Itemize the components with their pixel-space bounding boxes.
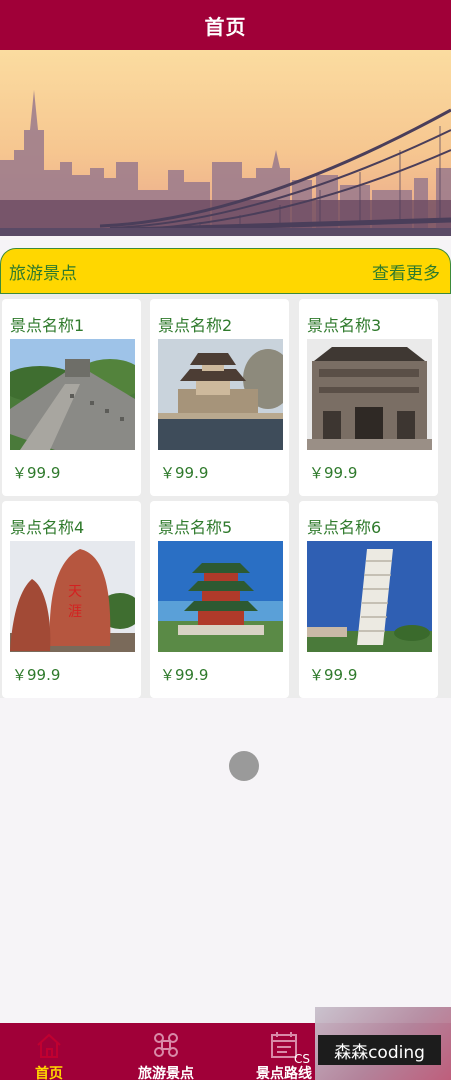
attraction-price: ￥99.9 [309,464,358,482]
attraction-name: 景点名称2 [158,316,233,335]
section-header: 旅游景点 查看更多 [0,248,451,294]
attraction-price: ￥99.9 [12,666,61,684]
attraction-name: 景点名称6 [307,518,382,537]
watermark-cs-text: CS [294,1052,310,1066]
attraction-grid: 景点名称1 ￥99.9 景点名称2 ￥99.9 景点名称3 ￥99.9 景点名称… [0,294,451,698]
tab-attractions[interactable]: 旅游景点 [107,1023,225,1080]
svg-text:涯: 涯 [68,604,82,620]
attraction-card[interactable]: 景点名称6 ￥99.9 [299,501,438,698]
attraction-image [307,339,432,450]
attraction-image [158,541,283,652]
pavilion-lake-image [158,339,283,450]
header-bar: 首页 [0,0,451,50]
loading-spinner [229,751,259,781]
attraction-image: 天 涯 [10,541,135,652]
attraction-name: 景点名称4 [10,518,85,537]
tab-label: 首页 [35,1066,63,1080]
home-icon [37,1033,61,1058]
attraction-price: ￥99.9 [160,666,209,684]
section-title: 旅游景点 [9,263,77,284]
attraction-card[interactable]: 景点名称5 ￥99.9 [150,501,289,698]
attraction-card[interactable]: 景点名称1 ￥99.9 [2,299,141,496]
tab-home[interactable]: 首页 [0,1023,108,1080]
attraction-name: 景点名称5 [158,518,233,537]
banner-city-bridge-image [0,50,451,236]
watermark-label: 森森coding [318,1035,441,1065]
attraction-card[interactable]: 景点名称4 天 涯 ￥99.9 [2,501,141,698]
page-title: 首页 [204,14,247,39]
attraction-name: 景点名称1 [10,316,85,335]
attraction-price: ￥99.9 [12,464,61,482]
banner-carousel[interactable] [0,50,451,236]
great-wall-image [10,339,135,450]
attraction-image [307,541,432,652]
tab-label: 旅游景点 [138,1066,194,1080]
attraction-image [158,339,283,450]
attraction-card[interactable]: 景点名称3 ￥99.9 [299,299,438,496]
view-more-link[interactable]: 查看更多 [372,259,440,284]
attraction-card[interactable]: 景点名称2 ￥99.9 [150,299,289,496]
attraction-name: 景点名称3 [307,316,382,335]
leaning-tower-image [307,541,432,652]
command-icon [154,1033,178,1057]
red-rock-image: 天 涯 [10,541,135,652]
tower-by-sea-image [158,541,283,652]
stone-archway-image [307,339,432,450]
attraction-price: ￥99.9 [160,464,209,482]
attraction-price: ￥99.9 [309,666,358,684]
svg-text:天: 天 [68,584,82,600]
attraction-image [10,339,135,450]
